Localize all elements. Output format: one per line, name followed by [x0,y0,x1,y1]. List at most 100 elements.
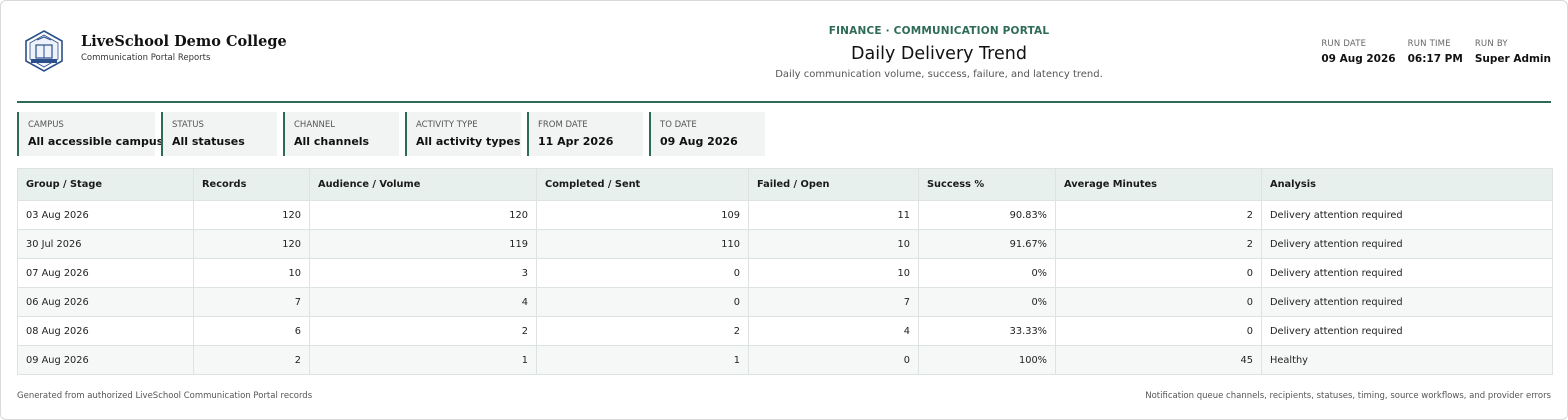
cell-records: 10 [193,258,310,288]
cell-analysis: Delivery attention required [1261,287,1553,317]
cell-average-minutes: 0 [1055,287,1262,317]
filter-label: ACTIVITY TYPE [416,120,478,130]
cell-audience: 120 [309,200,537,230]
cell-failed: 4 [748,316,919,346]
filter-status: STATUS All statuses [161,112,277,156]
page-subtitle: Daily communication volume, success, fai… [775,69,1103,80]
filter-value: All channels [294,135,370,148]
filter-label: CAMPUS [28,120,64,130]
cell-success: 0% [918,287,1056,317]
filter-bar: CAMPUS All accessible campuses STATUS Al… [17,112,771,156]
cell-group: 03 Aug 2026 [17,200,194,230]
column-header: Audience / Volume [309,168,537,201]
run-date-label: RUN DATE [1321,39,1367,49]
cell-group: 08 Aug 2026 [17,316,194,346]
cell-records: 7 [193,287,310,317]
cell-completed: 1 [536,345,749,375]
report-header: LiveSchool Demo College Communication Po… [17,1,1551,103]
run-time: RUN TIME 06:17 PM [1408,39,1463,65]
column-header: Success % [918,168,1056,201]
filter-value: All activity types [416,135,521,148]
table-row: 09 Aug 2026 2 1 1 0 100% 45 Healthy [17,345,1553,375]
filter-label: CHANNEL [294,120,335,130]
cell-completed: 2 [536,316,749,346]
college-crest-icon [25,30,63,72]
run-by-label: RUN BY [1474,39,1508,49]
column-header: Failed / Open [748,168,919,201]
cell-group: 09 Aug 2026 [17,345,194,375]
cell-group: 30 Jul 2026 [17,229,194,259]
filter-label: FROM DATE [538,120,588,130]
table-row: 08 Aug 2026 6 2 2 4 33.33% 0 Delivery at… [17,316,1553,346]
cell-completed: 0 [536,287,749,317]
report-page: LiveSchool Demo College Communication Po… [0,0,1568,420]
report-heading: FINANCE · COMMUNICATION PORTAL Daily Del… [657,25,1221,80]
portal-label: FINANCE · COMMUNICATION PORTAL [828,25,1050,37]
cell-success: 90.83% [918,200,1056,230]
run-date: RUN DATE 09 Aug 2026 [1321,39,1395,65]
cell-records: 6 [193,316,310,346]
table-row: 30 Jul 2026 120 119 110 10 91.67% 2 Deli… [17,229,1553,259]
column-header: Average Minutes [1055,168,1262,201]
cell-failed: 11 [748,200,919,230]
filter-activity-type: ACTIVITY TYPE All activity types [405,112,521,156]
cell-audience: 1 [309,345,537,375]
run-date-value: 09 Aug 2026 [1321,53,1396,65]
run-by: RUN BY Super Admin [1475,39,1551,65]
cell-failed: 10 [748,229,919,259]
filter-channel: CHANNEL All channels [283,112,399,156]
cell-analysis: Healthy [1261,345,1553,375]
cell-success: 0% [918,258,1056,288]
cell-average-minutes: 0 [1055,258,1262,288]
cell-group: 07 Aug 2026 [17,258,194,288]
cell-average-minutes: 2 [1055,200,1262,230]
column-header: Analysis [1261,168,1553,201]
filter-label: TO DATE [660,120,697,130]
cell-records: 120 [193,229,310,259]
table-row: 03 Aug 2026 120 120 109 11 90.83% 2 Deli… [17,200,1553,230]
cell-success: 91.67% [918,229,1056,259]
cell-average-minutes: 2 [1055,229,1262,259]
cell-analysis: Delivery attention required [1261,200,1553,230]
filter-to-date: TO DATE 09 Aug 2026 [649,112,765,156]
filter-campus: CAMPUS All accessible campuses [17,112,178,156]
filter-label: STATUS [172,120,204,130]
cell-group: 06 Aug 2026 [17,287,194,317]
filter-from-date: FROM DATE 11 Apr 2026 [527,112,643,156]
column-header: Completed / Sent [536,168,749,201]
college-subtitle: Communication Portal Reports [81,53,211,63]
cell-success: 33.33% [918,316,1056,346]
cell-audience: 3 [309,258,537,288]
page-title: Daily Delivery Trend [851,44,1027,64]
run-time-label: RUN TIME [1407,39,1451,49]
college-name: LiveSchool Demo College [81,33,287,50]
cell-failed: 0 [748,345,919,375]
cell-audience: 119 [309,229,537,259]
cell-average-minutes: 0 [1055,316,1262,346]
cell-completed: 109 [536,200,749,230]
filter-value: 11 Apr 2026 [538,135,614,148]
filter-value: All accessible campuses [28,135,178,148]
cell-audience: 2 [309,316,537,346]
cell-analysis: Delivery attention required [1261,258,1553,288]
cell-completed: 0 [536,258,749,288]
cell-failed: 7 [748,287,919,317]
table-header-row: Group / Stage Records Audience / Volume … [17,168,1553,201]
cell-records: 2 [193,345,310,375]
table-row: 07 Aug 2026 10 3 0 10 0% 0 Delivery atte… [17,258,1553,288]
cell-completed: 110 [536,229,749,259]
column-header: Group / Stage [17,168,194,201]
run-time-value: 06:17 PM [1407,53,1463,65]
cell-analysis: Delivery attention required [1261,229,1553,259]
footer-scope-note: Notification queue channels, recipients,… [1145,391,1551,401]
cell-analysis: Delivery attention required [1261,316,1553,346]
run-meta: RUN DATE 09 Aug 2026 RUN TIME 06:17 PM R… [1309,39,1551,65]
cell-average-minutes: 45 [1055,345,1262,375]
column-header: Records [193,168,310,201]
brand: LiveSchool Demo College Communication Po… [23,30,287,72]
cell-failed: 10 [748,258,919,288]
filter-value: All statuses [172,135,245,148]
cell-audience: 4 [309,287,537,317]
cell-success: 100% [918,345,1056,375]
filter-value: 09 Aug 2026 [660,135,738,148]
